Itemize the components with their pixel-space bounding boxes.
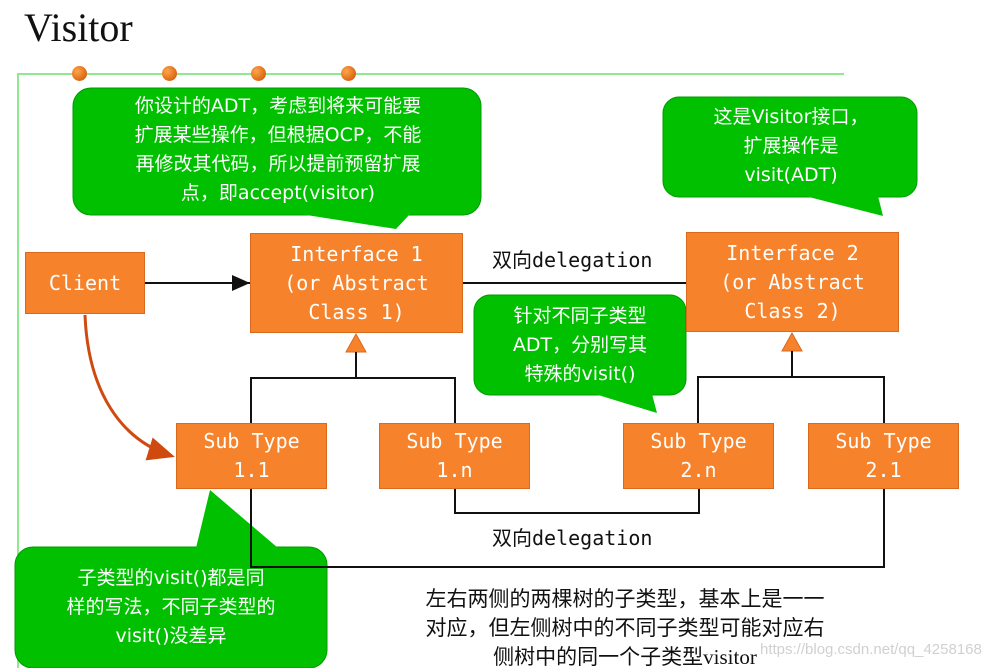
client-to-subtype11-arrow [83,314,175,461]
inheritance-tree-1 [250,332,456,423]
watermark: https://blog.csdn.net/qq_42581685 [760,641,983,658]
client-box[interactable]: Client [25,252,145,314]
callout-specific-visit-text: 针对不同子类型 ADT，分别写其 特殊的visit() [512,305,648,385]
callout-visitor-interface-text: 这是Visitor接口， 扩展操作是 visit(ADT) [713,106,869,186]
subtype-2-1-box[interactable]: Sub Type 2.1 [808,423,959,489]
interface2-box[interactable]: Interface 2 (or Abstract Class 2) [686,232,899,332]
delegation-label-bottom: 双向delegation [492,526,653,550]
subtype-delegation-line-inner [454,489,700,514]
delegation-label-top: 双向delegation [492,248,653,272]
inheritance-tree-2 [697,331,885,423]
callout-adt-text: 你设计的ADT，考虑到将来可能要 扩展某些操作，但根据OCP，不能 再修改其代码… [134,95,422,204]
subtype-2-n-box[interactable]: Sub Type 2.n [623,423,774,489]
subtype-1-1-box[interactable]: Sub Type 1.1 [176,423,327,489]
explanation-note: 左右两侧的两棵树的子类型，基本上是一一 对应，但左侧树中的不同子类型可能对应右 … [425,587,825,669]
interface1-box[interactable]: Interface 1 (or Abstract Class 1) [250,233,463,333]
callout-same-visit-text: 子类型的visit()都是同 样的写法，不同子类型的 visit()没差异 [66,567,276,647]
subtype-1-n-box[interactable]: Sub Type 1.n [379,423,530,489]
